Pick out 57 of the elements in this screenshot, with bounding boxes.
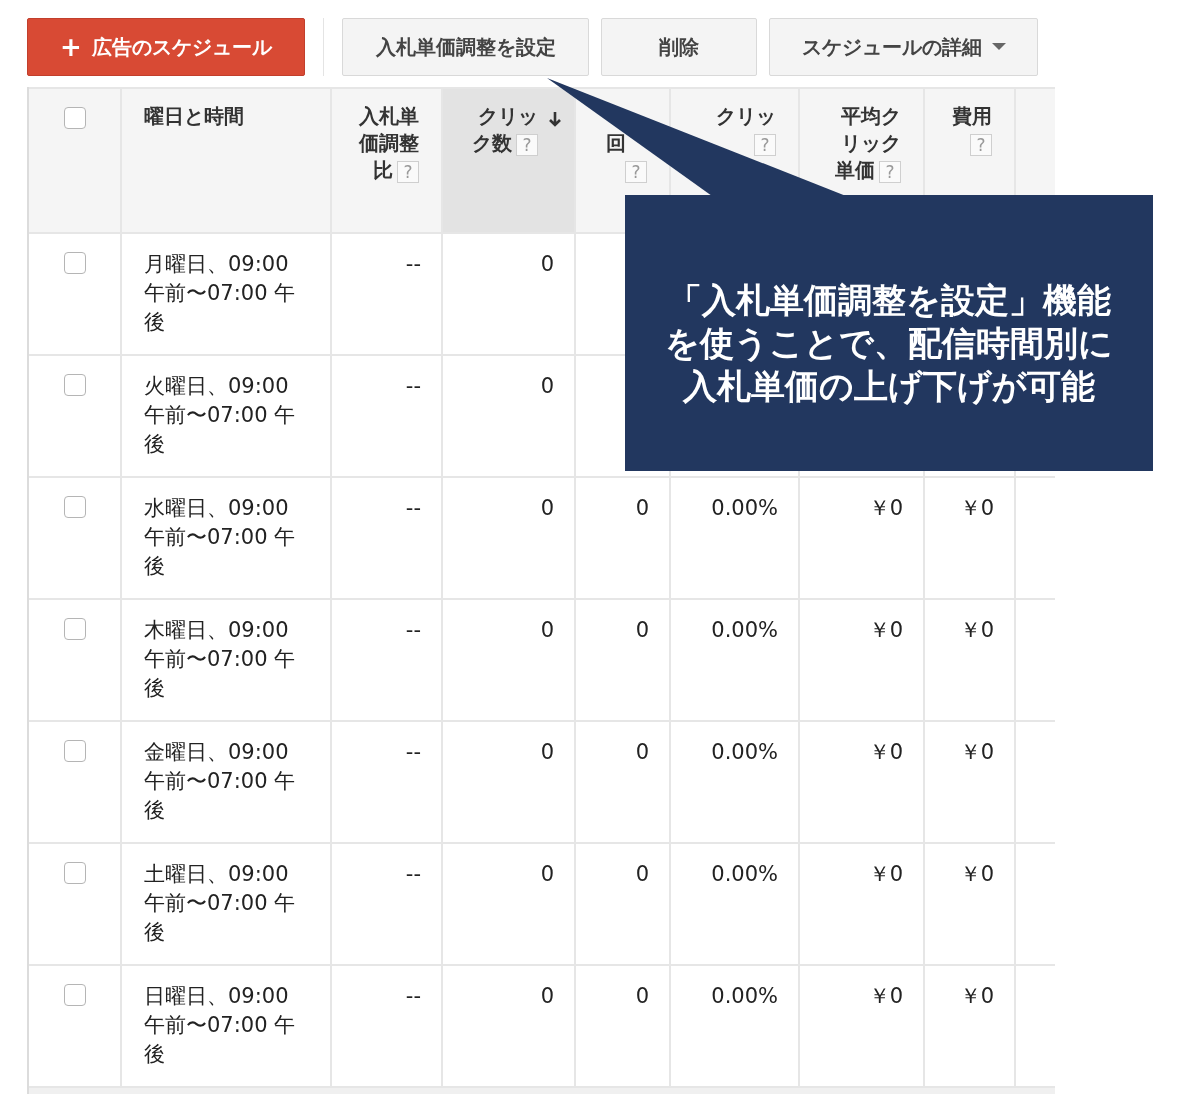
row-checkbox[interactable] <box>63 740 86 762</box>
table-cell: -- <box>405 984 421 1008</box>
table-cell: 0 <box>635 740 649 764</box>
table-cell: 0 <box>540 984 554 1008</box>
table-cell: 0.00% <box>711 618 778 642</box>
row-checkbox[interactable] <box>63 496 86 518</box>
table-cell: -- <box>405 252 421 276</box>
table-cell-text: 土曜日、09:00 午前〜07:00 午後 <box>144 861 297 946</box>
callout-text: 「入札単価調整を設定」機能を使うことで、配信時間別に入札単価の上げ下げが可能 <box>664 278 1114 408</box>
table-cell: 0 <box>635 496 649 520</box>
table-cell-text: 水曜日、09:00 午前〜07:00 午後 <box>144 495 297 580</box>
table-cell: ￥0 <box>868 618 903 642</box>
table-cell: ￥0 <box>868 496 903 520</box>
table-cell: -- <box>405 618 421 642</box>
toolbar-button[interactable]: 入札単価調整を設定 <box>342 18 589 76</box>
row-checkbox[interactable] <box>63 984 86 1006</box>
row-checkbox[interactable] <box>63 618 86 640</box>
table-cell: ￥0 <box>959 618 994 642</box>
table-cell: 0 <box>540 740 554 764</box>
column-header[interactable]: クリック数 ? <box>443 89 576 232</box>
table-cell: 0 <box>540 496 554 520</box>
table-cell-text: 月曜日、09:00 午前〜07:00 午後 <box>144 251 297 336</box>
row-checkbox[interactable] <box>63 252 86 274</box>
sort-down-icon <box>548 111 562 127</box>
table-cell-text: 木曜日、09:00 午前〜07:00 午後 <box>144 617 297 702</box>
table-cell: 0 <box>540 618 554 642</box>
table-cell: 0.00% <box>711 496 778 520</box>
table-cell: ￥0 <box>959 984 994 1008</box>
toolbar-button[interactable]: スケジュールの詳細 <box>769 18 1038 76</box>
table-cell: ￥0 <box>868 984 903 1008</box>
table-cell: 0 <box>540 252 554 276</box>
column-header[interactable]: 曜日と時間 <box>122 89 332 232</box>
table-cell: 0.00% <box>711 862 778 886</box>
table-cell: 0 <box>635 984 649 1008</box>
table-cell: 0.00% <box>711 740 778 764</box>
table-cell: 0 <box>635 618 649 642</box>
table-cell: ￥0 <box>959 862 994 886</box>
table-cell: -- <box>405 374 421 398</box>
table-cell: 0 <box>540 862 554 886</box>
table-cell: ￥0 <box>868 862 903 886</box>
table-cell: -- <box>405 496 421 520</box>
table-cell: -- <box>405 862 421 886</box>
table-cell: ￥0 <box>868 740 903 764</box>
row-checkbox[interactable] <box>63 374 86 396</box>
add-schedule-button[interactable]: + 広告のスケジュール <box>27 18 305 76</box>
table-cell-text: 金曜日、09:00 午前〜07:00 午後 <box>144 739 297 824</box>
select-all-checkbox[interactable] <box>63 107 86 129</box>
table-cell: ￥0 <box>959 496 994 520</box>
table-cell: 0 <box>635 862 649 886</box>
toolbar-button[interactable]: 削除 <box>601 18 757 76</box>
table-cell-text: 火曜日、09:00 午前〜07:00 午後 <box>144 373 297 458</box>
table-cell: ￥0 <box>959 740 994 764</box>
row-checkbox[interactable] <box>63 862 86 884</box>
table-cell-text: 日曜日、09:00 午前〜07:00 午後 <box>144 983 297 1068</box>
table-cell: -- <box>405 740 421 764</box>
table-cell: 0.00% <box>711 984 778 1008</box>
table-cell: 0 <box>540 374 554 398</box>
